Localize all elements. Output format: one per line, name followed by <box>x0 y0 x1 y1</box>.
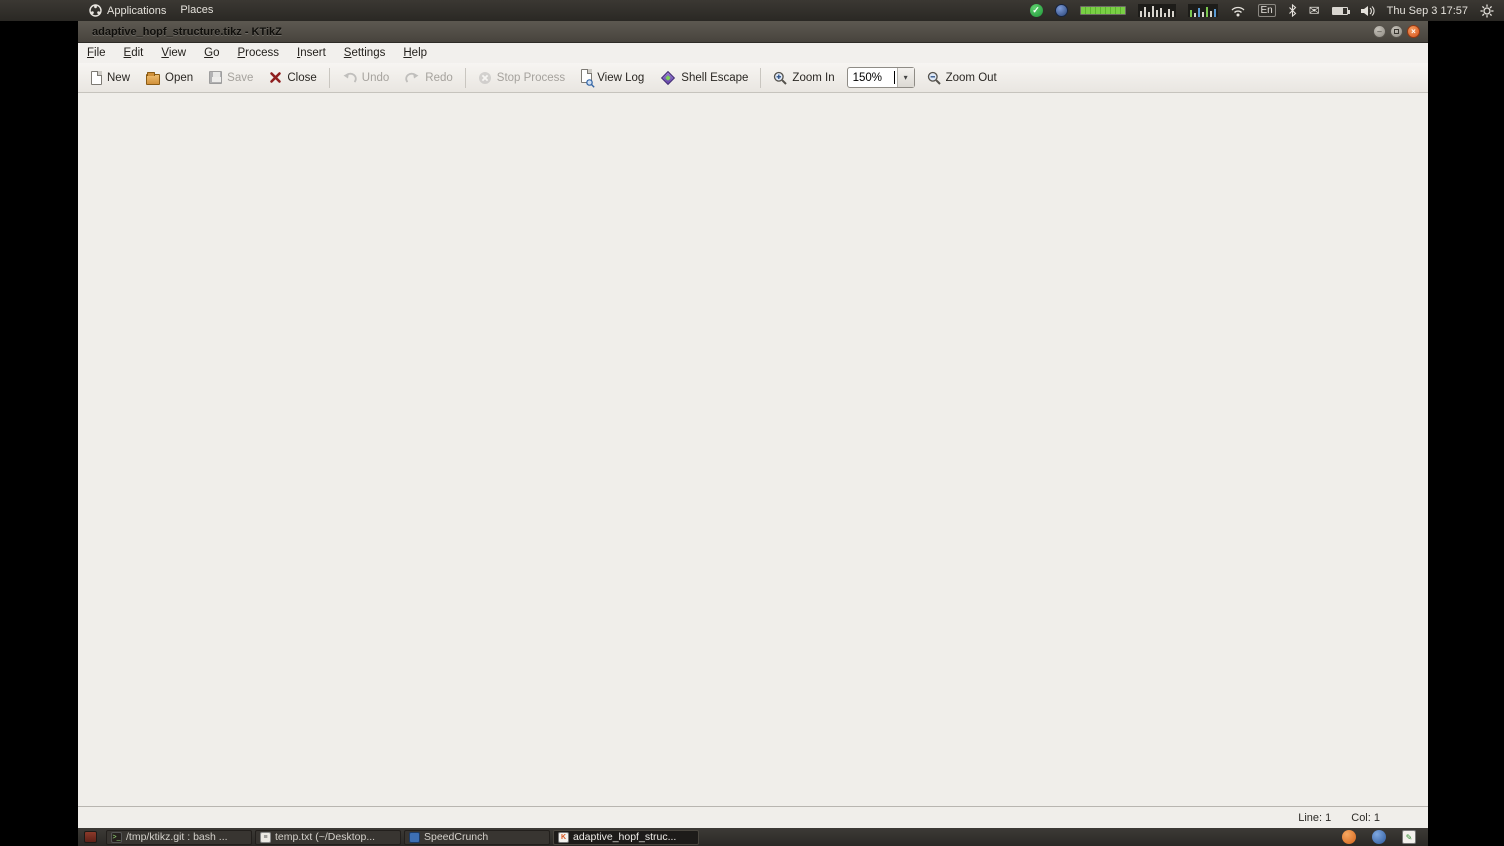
status-line: Line: 1 <box>1298 812 1331 824</box>
tray-blue-app-icon[interactable] <box>1372 830 1386 844</box>
text-caret <box>894 71 895 84</box>
taskbar-item-terminal[interactable]: >_ /tmp/ktikz.git : bash ... <box>106 830 252 845</box>
window-titlebar[interactable]: adaptive_hopf_structure.tikz - KTikZ – × <box>78 21 1428 43</box>
statusbar: Line: 1 Col: 1 <box>78 806 1428 828</box>
mail-icon[interactable]: ✉ <box>1309 4 1320 17</box>
undo-button[interactable]: Undo <box>334 68 398 87</box>
menu-go[interactable]: Go <box>195 45 228 61</box>
close-x-icon <box>269 71 282 84</box>
save-button[interactable]: Save <box>201 68 261 87</box>
window-title: adaptive_hopf_structure.tikz - KTikZ <box>92 26 282 38</box>
open-button[interactable]: Open <box>138 68 201 88</box>
save-floppy-icon <box>209 71 222 84</box>
minimize-button[interactable]: – <box>1373 25 1386 38</box>
new-button[interactable]: New <box>83 68 138 88</box>
ktikz-icon: K <box>558 832 569 843</box>
wifi-icon[interactable] <box>1230 5 1246 17</box>
redo-button[interactable]: Redo <box>397 68 461 87</box>
taskbar-item-text-editor[interactable]: ≡ temp.txt (~/Desktop... <box>255 830 401 845</box>
menubar: File Edit View Go Process Insert Setting… <box>78 43 1428 63</box>
menu-settings[interactable]: Settings <box>335 45 395 61</box>
cpu-load-gauge[interactable] <box>1080 6 1126 15</box>
desktop-top-panel: Applications Places ✓ En ✉ <box>0 0 1504 21</box>
network-globe-icon[interactable] <box>1055 4 1068 17</box>
taskbar-item-speedcrunch[interactable]: SpeedCrunch <box>404 830 550 845</box>
close-file-button[interactable]: Close <box>261 68 324 87</box>
tray-notes-app-icon[interactable]: ✎ <box>1402 830 1416 844</box>
taskbar: >_ /tmp/ktikz.git : bash ... ≡ temp.txt … <box>78 828 1428 846</box>
tray-orange-app-icon[interactable] <box>1342 830 1356 844</box>
zoom-out-button[interactable]: Zoom Out <box>919 68 1005 88</box>
terminal-icon: >_ <box>111 832 122 843</box>
close-icon: × <box>1411 28 1416 36</box>
shell-escape-button[interactable]: Shell Escape <box>652 68 756 88</box>
view-log-button[interactable]: View Log <box>573 66 652 89</box>
stop-process-button[interactable]: Stop Process <box>470 68 573 88</box>
network-activity-histogram[interactable] <box>1188 4 1218 17</box>
shell-escape-icon <box>661 70 675 84</box>
menu-view[interactable]: View <box>152 45 195 61</box>
clock[interactable]: Thu Sep 3 17:57 <box>1387 5 1468 17</box>
zoom-out-icon <box>927 71 941 85</box>
zoom-dropdown-button[interactable]: ▾ <box>897 68 914 87</box>
close-button[interactable]: × <box>1407 25 1420 38</box>
maximize-button[interactable] <box>1390 25 1403 38</box>
applications-label: Applications <box>107 5 166 17</box>
menu-process[interactable]: Process <box>228 45 288 61</box>
menu-edit[interactable]: Edit <box>115 45 153 61</box>
menu-help[interactable]: Help <box>394 45 436 61</box>
volume-icon[interactable] <box>1360 5 1375 17</box>
places-menu[interactable]: Places <box>173 4 220 16</box>
chevron-down-icon: ▾ <box>904 73 908 82</box>
bluetooth-icon[interactable] <box>1288 4 1297 17</box>
new-document-icon <box>91 71 102 85</box>
menu-file[interactable]: File <box>78 45 115 61</box>
session-gear-icon[interactable] <box>1480 4 1494 18</box>
toolbar-separator <box>465 68 466 88</box>
toolbar-separator <box>760 68 761 88</box>
open-folder-icon <box>146 74 160 85</box>
taskbar-item-ktikz[interactable]: K adaptive_hopf_struc... <box>553 830 699 845</box>
text-file-icon: ≡ <box>260 832 271 843</box>
window-client-area <box>78 93 1428 806</box>
minimize-icon: – <box>1377 28 1381 36</box>
zoom-in-icon <box>773 71 787 85</box>
status-col: Col: 1 <box>1351 812 1380 824</box>
places-label: Places <box>180 4 213 16</box>
view-log-icon <box>581 69 592 86</box>
undo-arrow-icon <box>342 71 357 84</box>
distro-logo-icon <box>89 4 102 17</box>
redo-arrow-icon <box>405 71 420 84</box>
maximize-icon <box>1394 29 1399 34</box>
menu-insert[interactable]: Insert <box>288 45 335 61</box>
update-check-indicator[interactable]: ✓ <box>1030 4 1043 17</box>
zoom-level-combo[interactable]: ▾ <box>847 67 915 88</box>
check-icon: ✓ <box>1032 5 1040 16</box>
system-monitor-histogram[interactable] <box>1138 4 1176 17</box>
calculator-icon <box>409 832 420 843</box>
toolbar-separator <box>329 68 330 88</box>
battery-icon[interactable] <box>1332 7 1348 15</box>
zoom-in-button[interactable]: Zoom In <box>765 68 842 88</box>
workspace-switcher-icon[interactable] <box>84 831 97 843</box>
toolbar: New Open Save Close Undo Redo <box>78 63 1428 93</box>
applications-menu[interactable]: Applications <box>82 4 173 17</box>
keyboard-layout-indicator[interactable]: En <box>1258 4 1276 17</box>
stop-icon <box>478 71 492 85</box>
zoom-level-input[interactable] <box>848 72 894 84</box>
